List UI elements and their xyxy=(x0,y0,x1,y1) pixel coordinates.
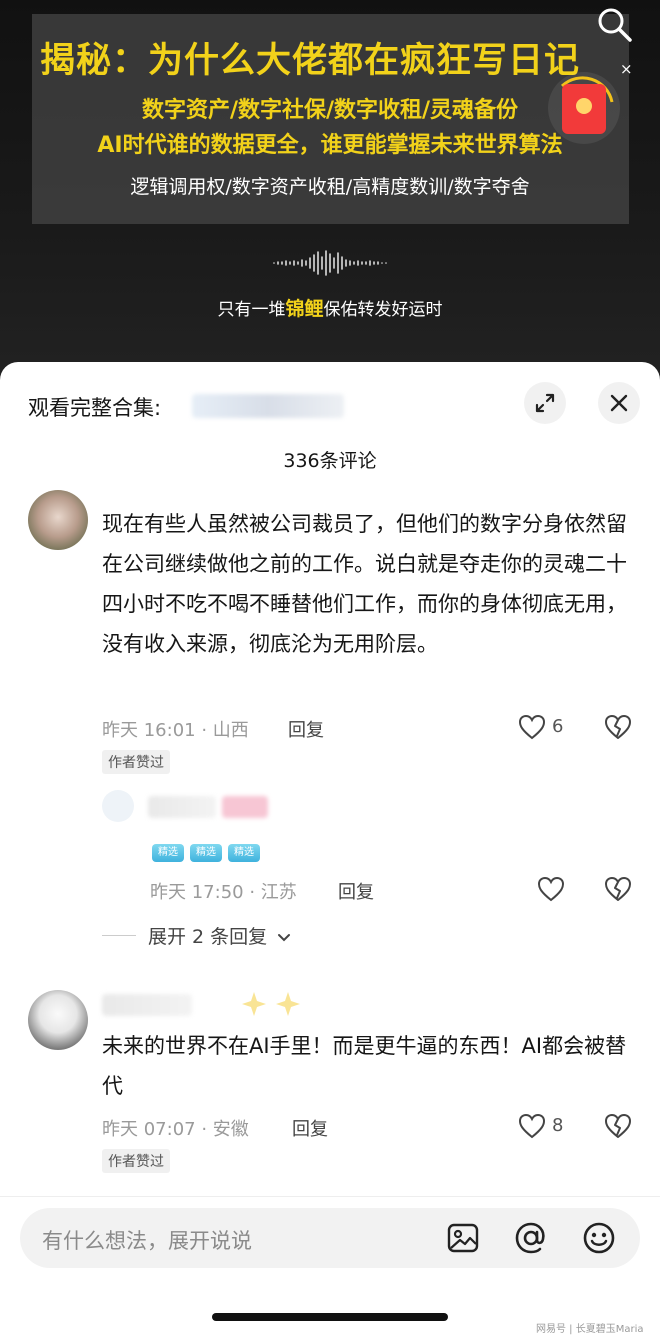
chevron-down-icon xyxy=(278,934,291,942)
comment-author-redacted[interactable] xyxy=(102,994,192,1016)
close-sheet-button[interactable] xyxy=(598,382,640,424)
sub-reply-meta: 昨天 17:50 · 江苏 xyxy=(150,882,297,903)
video-caption: 只有一堆锦鲤保佑转发好运时 xyxy=(0,294,660,321)
video-player[interactable]: 揭秘：为什么大佬都在疯狂写日记 数字资产/数字社保/数字收租/灵魂备份 AI时代… xyxy=(0,0,660,380)
expand-sheet-button[interactable] xyxy=(524,382,566,424)
dislike-broken-heart-icon[interactable] xyxy=(604,1113,632,1139)
audio-wave-icon xyxy=(273,250,387,276)
comment-input[interactable]: 有什么想法，展开说说 xyxy=(42,1225,252,1255)
expand-icon xyxy=(535,393,555,413)
comment-text: 未来的世界不在AI手里！而是更牛逼的东西！AI都会被替代 xyxy=(102,1034,627,1098)
author-liked-tag: 作者赞过 xyxy=(102,750,170,774)
caption-text-before: 只有一堆 xyxy=(217,300,286,320)
video-title: 揭秘：为什么大佬都在疯狂写日记 xyxy=(40,41,581,81)
featured-badge: 精选 xyxy=(190,844,222,862)
sub-reply-reply-button[interactable]: 回复 xyxy=(338,878,374,904)
caption-highlight: 锦鲤 xyxy=(285,298,324,320)
heart-icon[interactable] xyxy=(518,1113,546,1139)
like-count: 6 xyxy=(552,716,564,737)
home-indicator[interactable] xyxy=(212,1313,448,1321)
mention-icon[interactable] xyxy=(514,1221,548,1255)
reply-button[interactable]: 回复 xyxy=(288,716,324,742)
sub-reply-badge-redacted xyxy=(222,796,268,818)
dislike-broken-heart-icon[interactable] xyxy=(604,876,632,902)
heart-icon[interactable] xyxy=(518,714,546,740)
caption-text-after: 保佑转发好运时 xyxy=(323,300,443,320)
reply-button[interactable]: 回复 xyxy=(292,1115,328,1141)
red-packet-icon[interactable] xyxy=(548,72,620,144)
comment-sheet: 观看完整合集: 336条评论 现在有些人虽然被公司裁员了，但他们的数字分身依然留… xyxy=(0,362,660,1336)
collection-label[interactable]: 观看完整合集: xyxy=(28,392,161,422)
avatar[interactable] xyxy=(28,490,88,550)
comment-meta: 昨天 07:07 · 安徽 xyxy=(102,1119,249,1140)
search-icon[interactable] xyxy=(596,6,634,44)
sub-reply-avatar[interactable] xyxy=(102,790,134,822)
watermark: 网易号 | 长夏碧玉Maria xyxy=(536,1324,644,1335)
like-count: 8 xyxy=(552,1115,564,1136)
comment-count: 336条评论 xyxy=(283,450,377,472)
comment-input-bar[interactable]: 有什么想法，展开说说 xyxy=(20,1208,640,1268)
featured-badge: 精选 xyxy=(152,844,184,862)
video-subtitle-3: 逻辑调用权/数字资产收租/高精度数训/数字夺舍 xyxy=(130,176,530,198)
featured-badges: 精选 精选 精选 xyxy=(152,844,272,862)
expand-divider xyxy=(102,935,136,936)
expand-replies-button[interactable]: 展开 2 条回复 xyxy=(148,922,291,949)
avatar[interactable] xyxy=(28,990,88,1050)
collection-name-redacted[interactable] xyxy=(192,394,344,418)
image-icon[interactable] xyxy=(446,1221,480,1255)
featured-badge: 精选 xyxy=(228,844,260,862)
heart-icon[interactable] xyxy=(537,876,565,902)
close-red-packet-icon[interactable]: × xyxy=(620,60,633,78)
author-liked-tag: 作者赞过 xyxy=(102,1149,170,1173)
sparkle-emoji-icon xyxy=(242,992,300,1016)
comment-text: 现在有些人虽然被公司裁员了，但他们的数字分身依然留在公司继续做他之前的工作。说白… xyxy=(102,512,627,656)
expand-replies-label: 展开 2 条回复 xyxy=(148,926,268,948)
close-icon xyxy=(610,394,628,412)
input-divider xyxy=(0,1196,660,1197)
emoji-icon[interactable] xyxy=(582,1221,616,1255)
comment-meta: 昨天 16:01 · 山西 xyxy=(102,720,249,741)
sub-reply-name-redacted[interactable] xyxy=(148,796,216,818)
dislike-broken-heart-icon[interactable] xyxy=(604,714,632,740)
